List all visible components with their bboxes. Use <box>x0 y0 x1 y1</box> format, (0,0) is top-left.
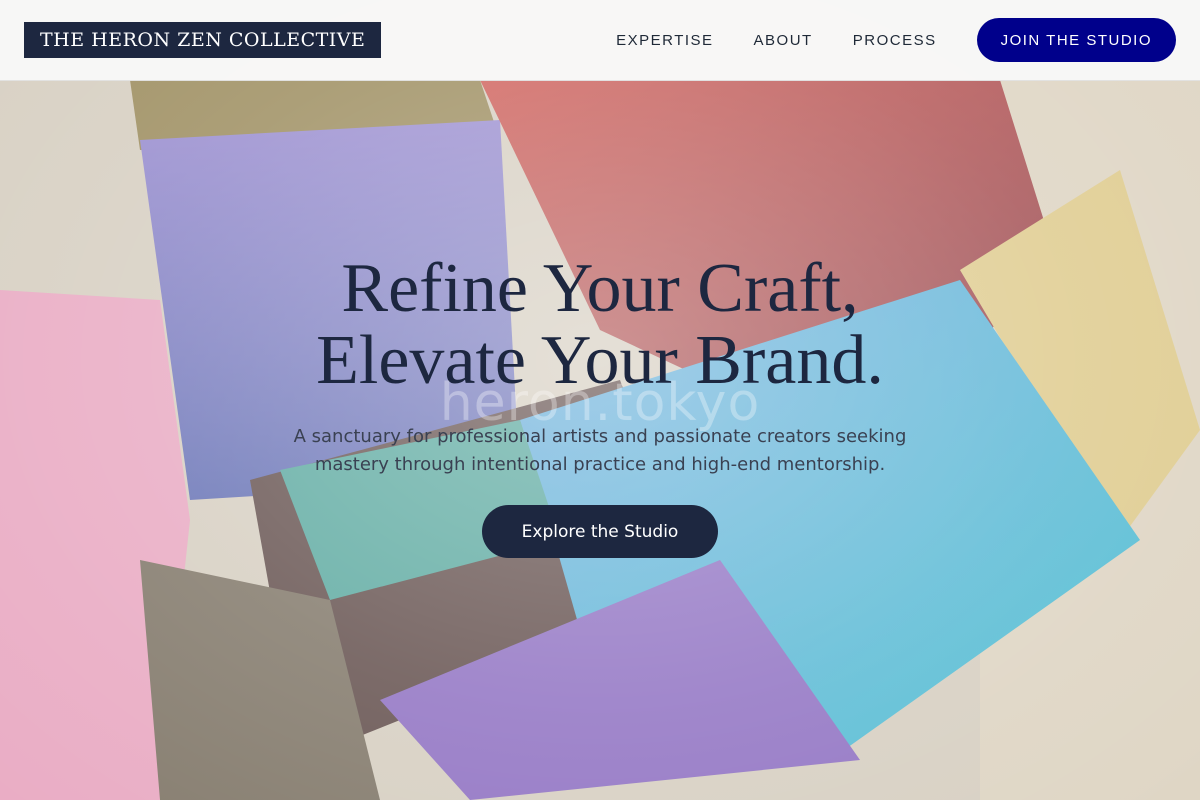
nav-link-process[interactable]: PROCESS <box>853 32 937 49</box>
join-studio-button[interactable]: JOIN THE STUDIO <box>976 18 1176 62</box>
site-logo[interactable]: THE HERON ZEN COLLECTIVE <box>24 22 382 58</box>
main-nav: EXPERTISE ABOUT PROCESS JOIN THE STUDIO <box>616 18 1176 62</box>
hero-subtitle: A sanctuary for professional artists and… <box>293 426 907 475</box>
headline-line-1: Refine Your Craft, <box>341 250 859 327</box>
nav-link-expertise[interactable]: EXPERTISE <box>616 32 713 49</box>
site-header: THE HERON ZEN COLLECTIVE EXPERTISE ABOUT… <box>0 0 1200 81</box>
explore-studio-button[interactable]: Explore the Studio <box>482 505 718 558</box>
hero-section: Refine Your Craft, Elevate Your Brand. h… <box>0 81 1200 800</box>
nav-link-about[interactable]: ABOUT <box>754 32 813 49</box>
